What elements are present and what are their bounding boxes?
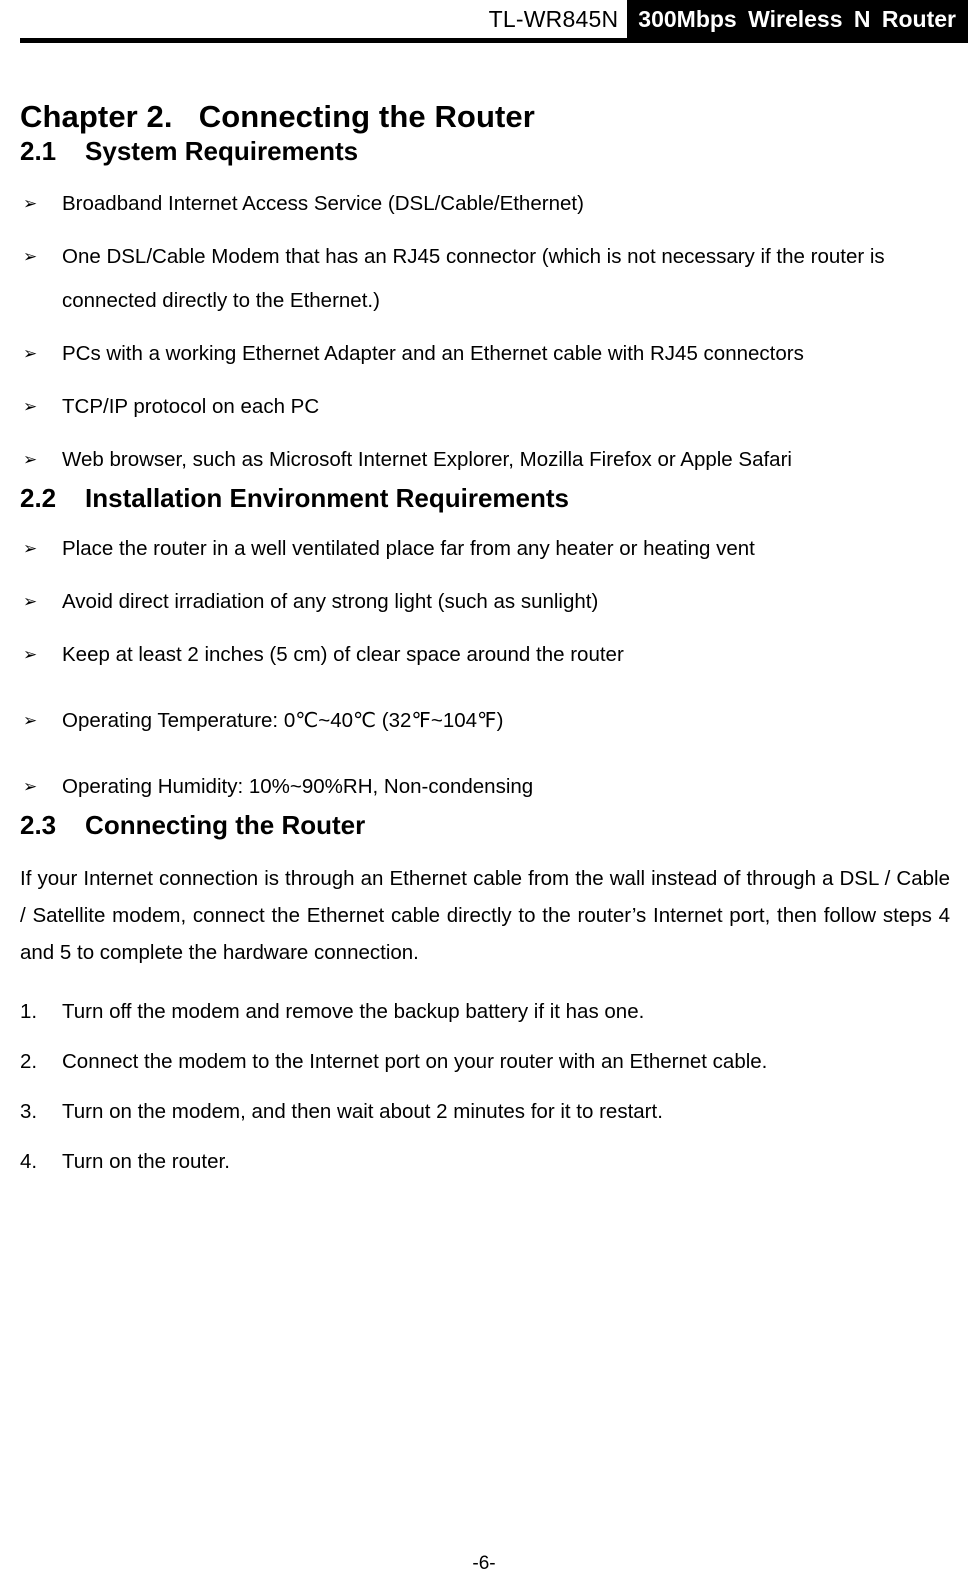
step-text: Turn on the router. — [62, 1149, 230, 1173]
step-number: 3. — [20, 1099, 38, 1123]
list-item: ➢ Web browser, such as Microsoft Interne… — [20, 438, 950, 482]
page-header: TL-WR845N 300Mbps Wireless N Router — [0, 0, 968, 44]
list-item-text: Avoid direct irradiation of any strong l… — [62, 590, 599, 614]
arrow-bullet-icon: ➢ — [23, 711, 38, 732]
list-item: ➢ Keep at least 2 inches (5 cm) of clear… — [20, 633, 950, 677]
step-text: Turn on the modem, and then wait about 2… — [62, 1099, 663, 1123]
connection-steps-list: 1. Turn off the modem and remove the bac… — [20, 991, 950, 1183]
list-item-text: Web browser, such as Microsoft Internet … — [62, 447, 792, 471]
list-item-text: Operating Humidity: 10%~90%RH, Non-conde… — [62, 775, 534, 799]
step-text: Turn off the modem and remove the backup… — [62, 999, 645, 1023]
list-item: ➢ Broadband Internet Access Service (DSL… — [20, 182, 950, 226]
header-product-band: 300Mbps Wireless N Router — [627, 0, 968, 38]
paragraph-body: If your Internet connection is through a… — [20, 866, 950, 927]
list-item-text: Broadband Internet Access Service (DSL/C… — [62, 191, 584, 215]
installation-environment-list: ➢ Place the router in a well ventilated … — [20, 527, 950, 809]
system-requirements-list: ➢ Broadband Internet Access Service (DSL… — [20, 182, 950, 482]
list-item: ➢ PCs with a working Ethernet Adapter an… — [20, 332, 950, 376]
list-item: ➢ Avoid direct irradiation of any strong… — [20, 580, 950, 624]
header-model-name: TL-WR845N — [488, 0, 628, 38]
arrow-bullet-icon: ➢ — [23, 343, 38, 364]
section-heading-2-2: 2.2 Installation Environment Requirement… — [20, 482, 570, 513]
step-number: 1. — [20, 999, 38, 1023]
list-item-text: Place the router in a well ventilated pl… — [62, 537, 755, 561]
arrow-bullet-icon: ➢ — [23, 193, 38, 214]
page-content: Chapter 2. Connecting the Router 2.1 Sys… — [20, 44, 950, 1183]
section-heading-2-3: 2.3 Connecting the Router — [20, 810, 366, 841]
list-item: 1. Turn off the modem and remove the bac… — [20, 991, 950, 1033]
list-item: 4. Turn on the router. — [20, 1141, 950, 1183]
page-footer-number: -6- — [472, 1553, 496, 1574]
section-heading-2-1: 2.1 System Requirements — [20, 136, 359, 167]
list-item-text: PCs with a working Ethernet Adapter and … — [62, 341, 804, 365]
arrow-bullet-icon: ➢ — [23, 396, 38, 417]
list-item: 3. Turn on the modem, and then wait abou… — [20, 1091, 950, 1133]
arrow-bullet-icon: ➢ — [23, 539, 38, 560]
list-item: 2. Connect the modem to the Internet por… — [20, 1041, 950, 1083]
step-text: Connect the modem to the Internet port o… — [62, 1049, 768, 1073]
step-number: 2. — [20, 1049, 38, 1073]
connection-intro-paragraph: If your Internet connection is through a… — [20, 860, 950, 971]
list-item: ➢ Operating Humidity: 10%~90%RH, Non-con… — [20, 765, 950, 809]
list-item: ➢ Operating Temperature: 0℃~40℃ (32℉~104… — [20, 699, 950, 743]
step-number: 4. — [20, 1149, 38, 1173]
arrow-bullet-icon: ➢ — [23, 645, 38, 666]
list-item: ➢ One DSL/Cable Modem that has an RJ45 c… — [20, 235, 950, 323]
header-title-row: TL-WR845N 300Mbps Wireless N Router — [0, 0, 968, 38]
list-item-text: TCP/IP protocol on each PC — [62, 394, 320, 418]
list-item: ➢ TCP/IP protocol on each PC — [20, 385, 950, 429]
arrow-bullet-icon: ➢ — [23, 777, 38, 798]
list-item: ➢ Place the router in a well ventilated … — [20, 527, 950, 571]
header-divider-rule — [20, 38, 968, 43]
chapter-title: Chapter 2. Connecting the Router — [20, 99, 535, 134]
arrow-bullet-icon: ➢ — [23, 592, 38, 613]
list-item-text: Operating Temperature: 0℃~40℃ (32℉~104℉) — [62, 709, 504, 733]
document-page: TL-WR845N 300Mbps Wireless N Router Chap… — [0, 0, 968, 1587]
list-item-text: One DSL/Cable Modem that has an RJ45 con… — [62, 244, 885, 312]
list-item-text: Keep at least 2 inches (5 cm) of clear s… — [62, 643, 624, 667]
arrow-bullet-icon: ➢ — [23, 449, 38, 470]
arrow-bullet-icon: ➢ — [23, 246, 38, 267]
